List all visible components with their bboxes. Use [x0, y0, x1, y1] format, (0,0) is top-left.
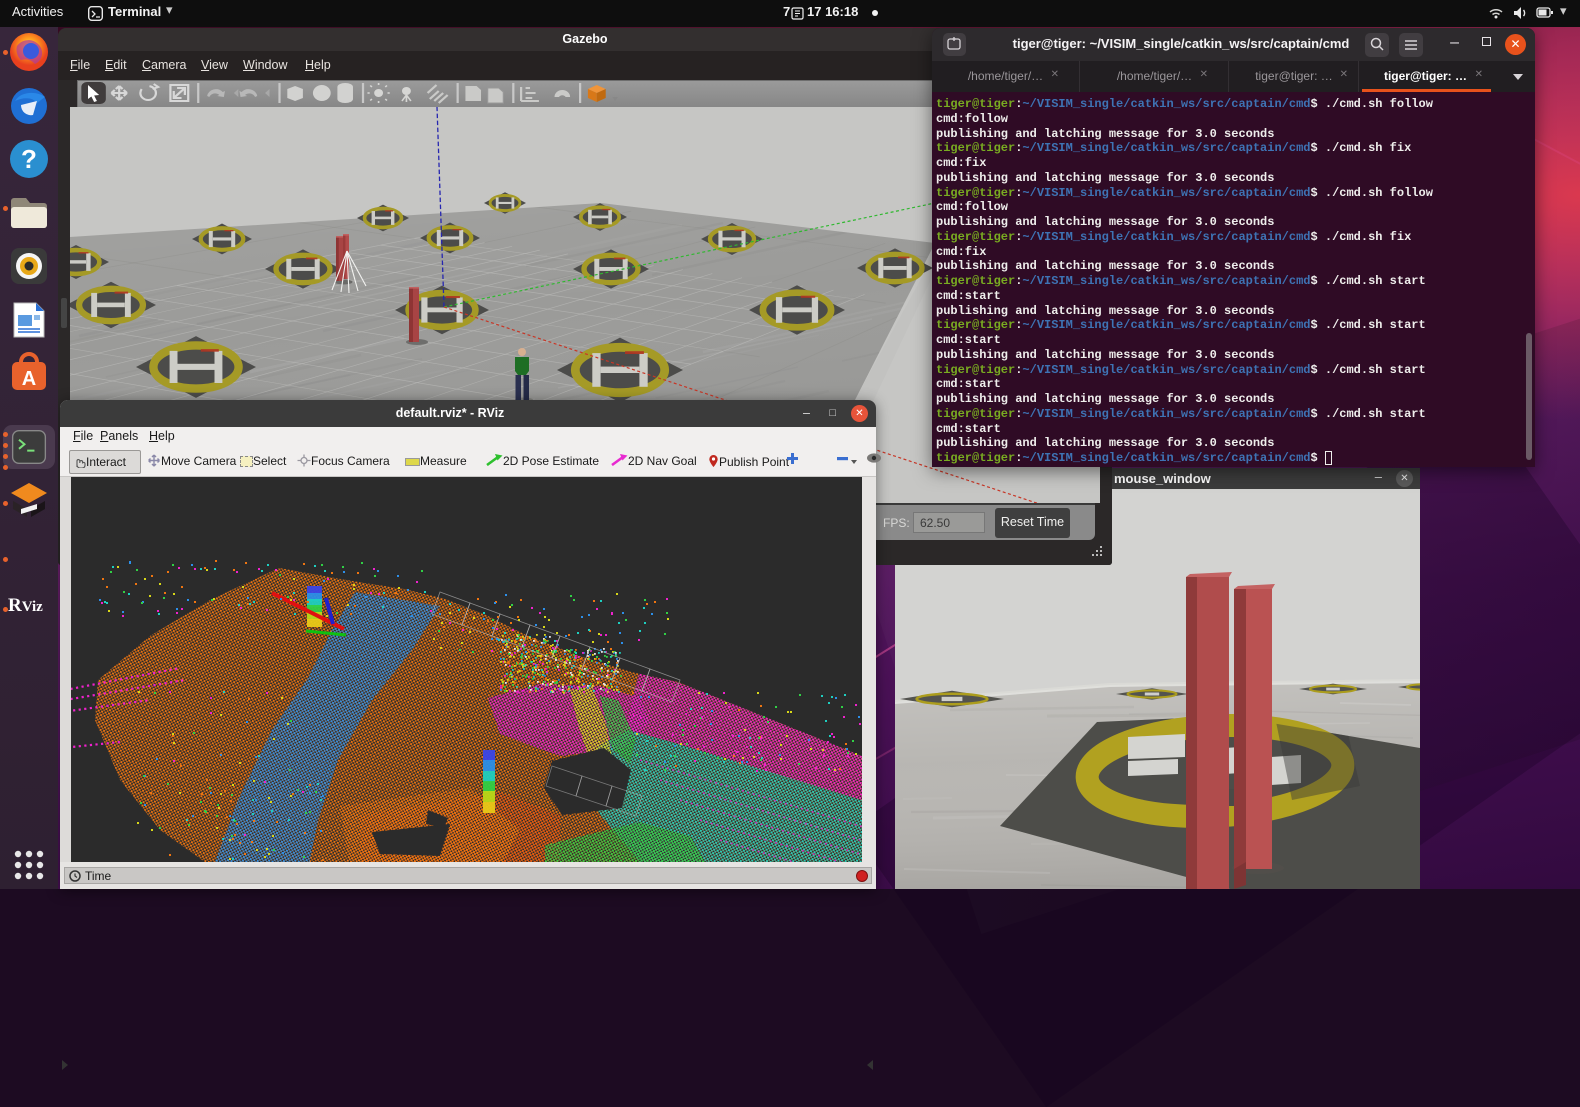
svg-text:A: A — [22, 368, 36, 390]
svg-text:?: ? — [21, 144, 37, 174]
